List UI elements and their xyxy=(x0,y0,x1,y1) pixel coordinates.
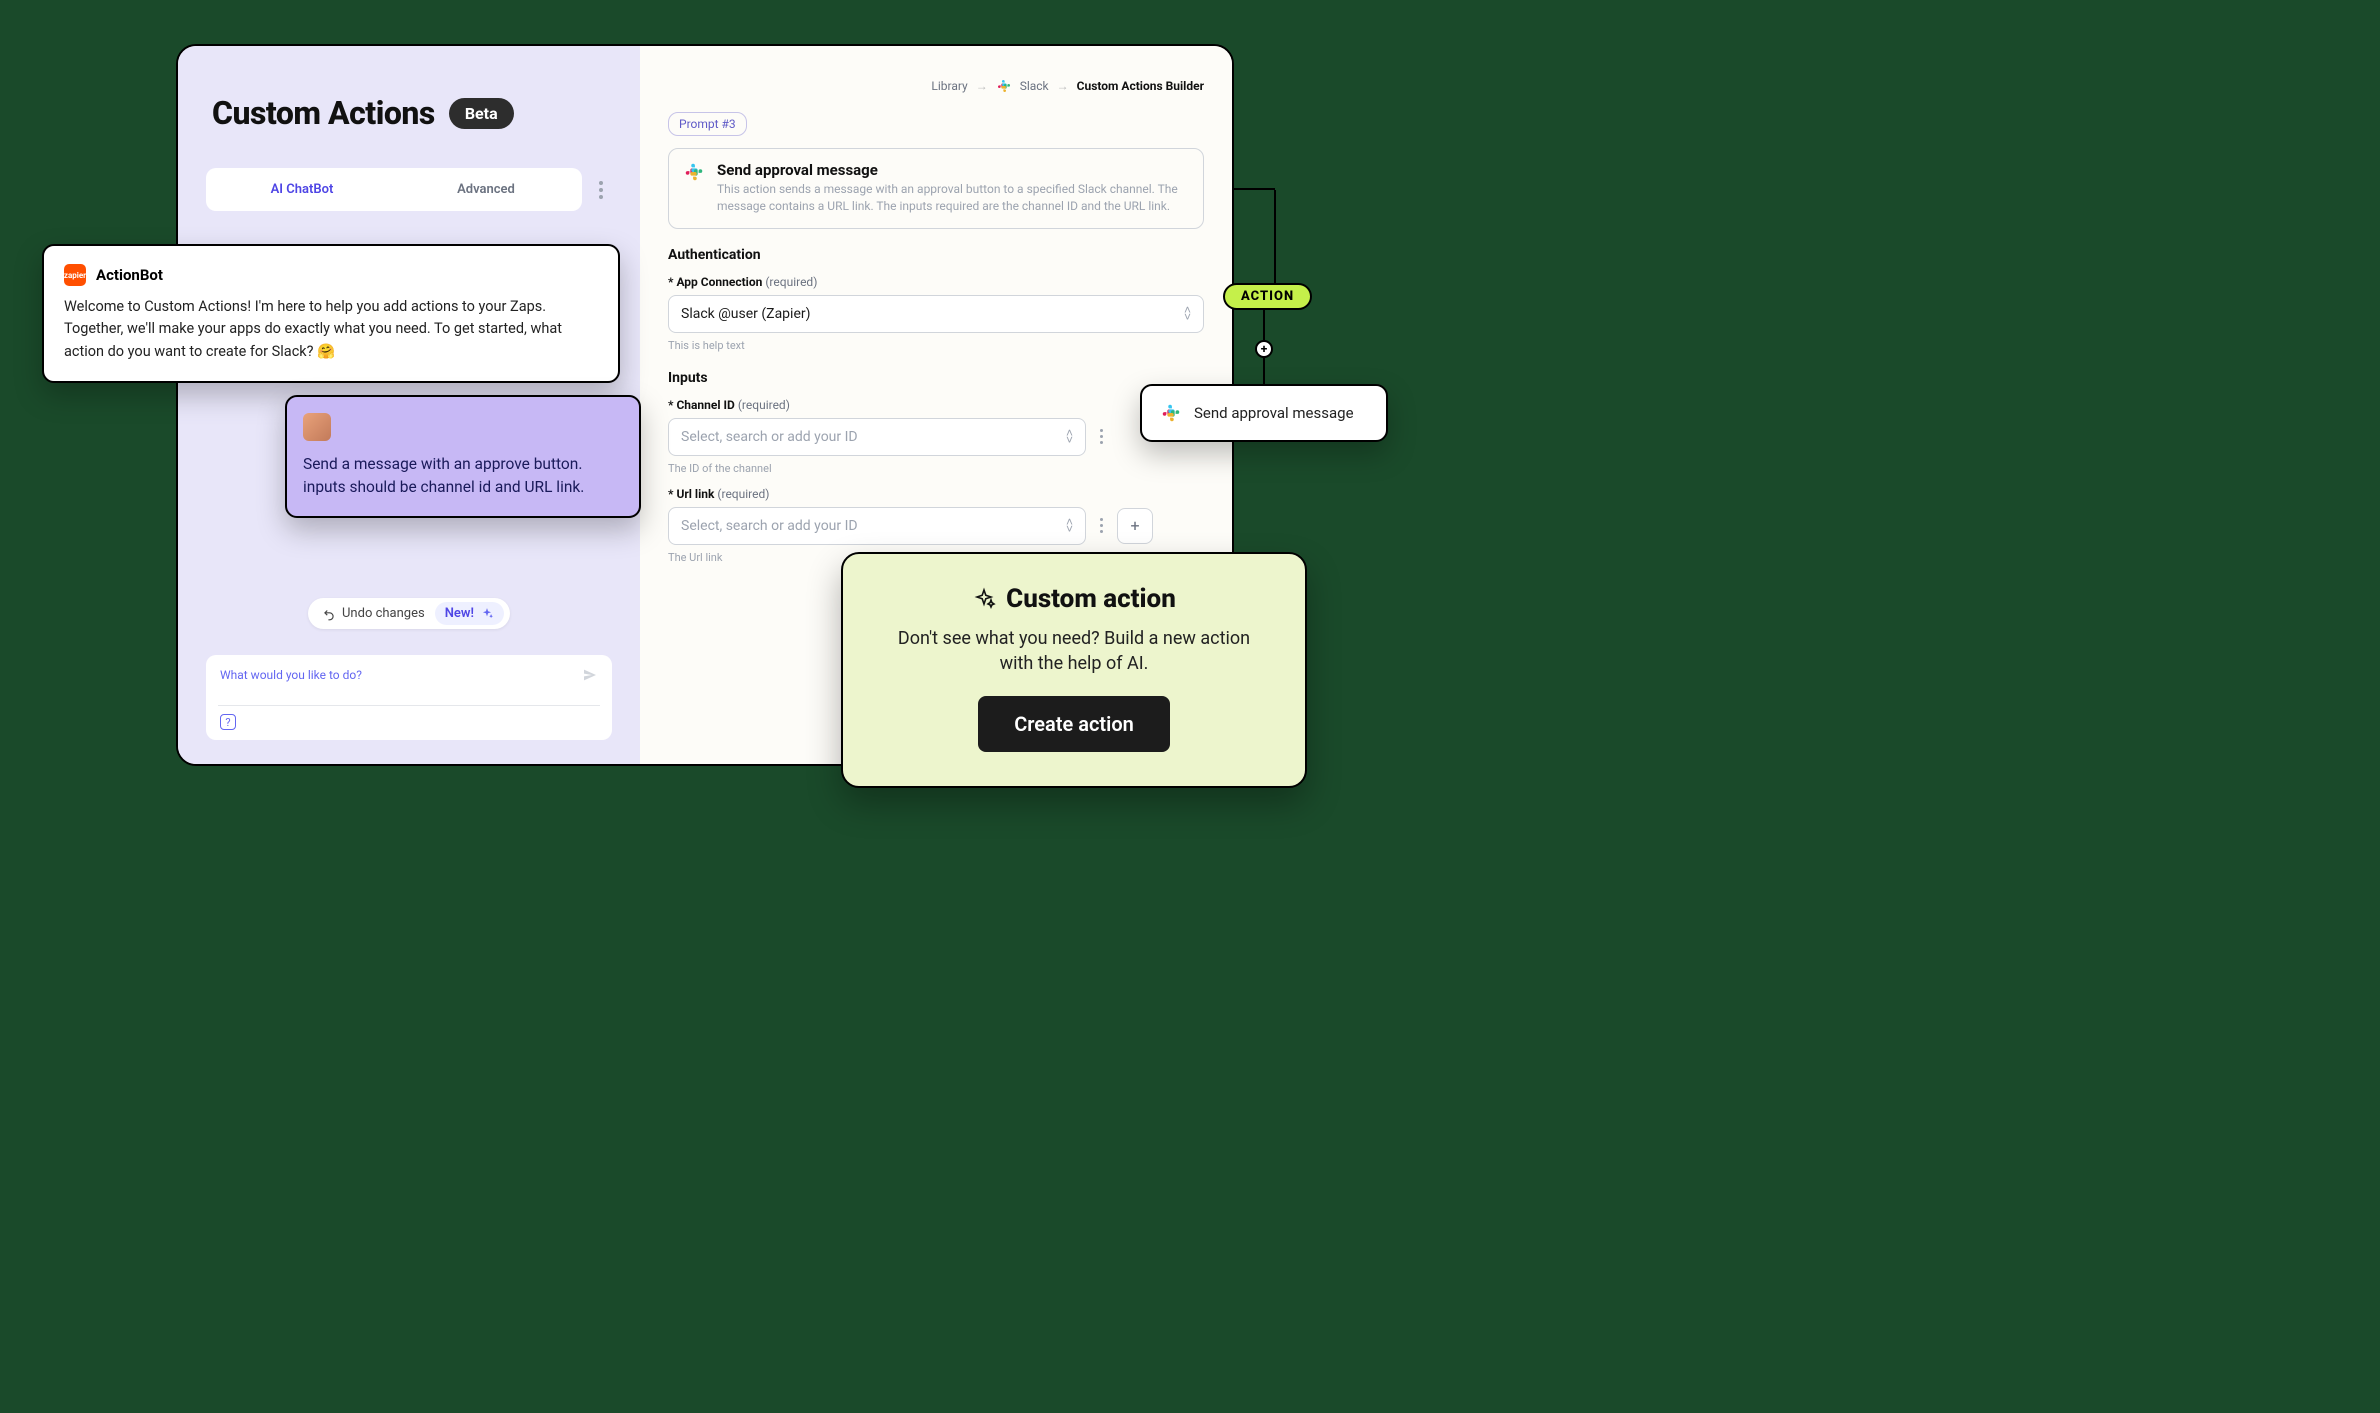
send-icon[interactable] xyxy=(582,667,598,683)
action-summary-card: Send approval message This action sends … xyxy=(668,148,1204,229)
bot-message-card: zapier ActionBot Welcome to Custom Actio… xyxy=(42,244,620,383)
breadcrumb-app[interactable]: Slack xyxy=(1020,79,1049,93)
user-message-card: Send a message with an approve button. i… xyxy=(285,395,641,518)
breadcrumb-library[interactable]: Library xyxy=(931,79,967,93)
zap-step-card[interactable]: Send approval message xyxy=(1140,384,1388,442)
url-link-placeholder: Select, search or add your ID xyxy=(681,518,858,534)
app-connection-value: Slack @user (Zapier) xyxy=(681,306,811,322)
breadcrumb-current: Custom Actions Builder xyxy=(1077,79,1204,93)
slack-icon xyxy=(683,161,705,183)
channel-id-menu[interactable] xyxy=(1094,429,1109,444)
avatar xyxy=(303,413,331,441)
cta-card: Custom action Don't see what you need? B… xyxy=(841,552,1307,788)
chevron-updown-icon: ˄˅ xyxy=(1184,307,1191,321)
url-link-label: Url link xyxy=(676,487,714,501)
auth-help-text: This is help text xyxy=(668,339,1204,352)
beta-badge: Beta xyxy=(449,98,514,129)
url-link-select[interactable]: Select, search or add your ID ˄˅ xyxy=(668,507,1086,545)
channel-id-placeholder: Select, search or add your ID xyxy=(681,429,858,445)
sparkle-icon xyxy=(972,587,996,611)
sparkle-icon xyxy=(480,607,494,621)
channel-id-label: Channel ID xyxy=(676,398,734,412)
slack-icon xyxy=(1160,402,1182,424)
add-step-button[interactable]: + xyxy=(1255,340,1273,358)
bot-name: ActionBot xyxy=(96,266,163,284)
add-input-button[interactable]: + xyxy=(1117,508,1153,544)
connector-line xyxy=(1263,358,1265,386)
auth-field-label: App Connection xyxy=(676,275,762,289)
connector-line xyxy=(1274,190,1276,284)
zapier-icon: zapier xyxy=(64,264,86,286)
cta-title: Custom action xyxy=(1006,584,1176,614)
app-connection-select[interactable]: Slack @user (Zapier) ˄˅ xyxy=(668,295,1204,333)
page-title: Custom Actions xyxy=(212,94,435,132)
tab-ai-chatbot[interactable]: AI ChatBot xyxy=(210,172,394,207)
prompt-input-box: What would you like to do? ? xyxy=(206,655,612,740)
tab-advanced[interactable]: Advanced xyxy=(394,172,578,207)
undo-new-pill: Undo changes New! xyxy=(308,598,510,629)
connector-line xyxy=(1245,188,1275,190)
chevron-right-icon: → xyxy=(976,79,988,93)
new-badge[interactable]: New! xyxy=(435,602,504,625)
chevron-updown-icon: ˄˅ xyxy=(1066,430,1073,444)
action-description: This action sends a message with an appr… xyxy=(717,181,1189,216)
required-hint: (required) xyxy=(765,275,817,289)
undo-button[interactable]: Undo changes xyxy=(322,606,425,621)
undo-label: Undo changes xyxy=(342,606,425,621)
channel-id-select[interactable]: Select, search or add your ID ˄˅ xyxy=(668,418,1086,456)
breadcrumb: Library → Slack → Custom Actions Builder xyxy=(668,78,1204,94)
tabs: AI ChatBot Advanced xyxy=(206,168,582,211)
bot-message-text: Welcome to Custom Actions! I'm here to h… xyxy=(64,296,598,363)
zap-step-title: Send approval message xyxy=(1194,404,1354,422)
connector-line xyxy=(1263,308,1265,342)
tabs-overflow-menu[interactable] xyxy=(590,177,612,203)
section-authentication: Authentication xyxy=(668,247,1204,263)
url-link-menu[interactable] xyxy=(1094,518,1109,533)
prompt-input[interactable]: What would you like to do? xyxy=(220,668,362,682)
chevron-right-icon: → xyxy=(1057,79,1069,93)
required-hint: (required) xyxy=(738,398,790,412)
section-inputs: Inputs xyxy=(668,370,1204,386)
create-action-button[interactable]: Create action xyxy=(978,696,1170,752)
help-icon[interactable]: ? xyxy=(220,714,236,730)
prompt-number-pill[interactable]: Prompt #3 xyxy=(668,112,747,136)
undo-icon xyxy=(322,607,336,621)
chevron-updown-icon: ˄˅ xyxy=(1066,519,1073,533)
action-title: Send approval message xyxy=(717,161,1189,179)
required-hint: (required) xyxy=(717,487,769,501)
slack-icon xyxy=(996,78,1012,94)
channel-id-help: The ID of the channel xyxy=(668,462,1204,475)
user-message-text: Send a message with an approve button. i… xyxy=(303,453,623,500)
action-step-label: ACTION xyxy=(1223,283,1312,310)
new-label: New! xyxy=(445,606,474,621)
cta-subtitle: Don't see what you need? Build a new act… xyxy=(883,626,1265,676)
